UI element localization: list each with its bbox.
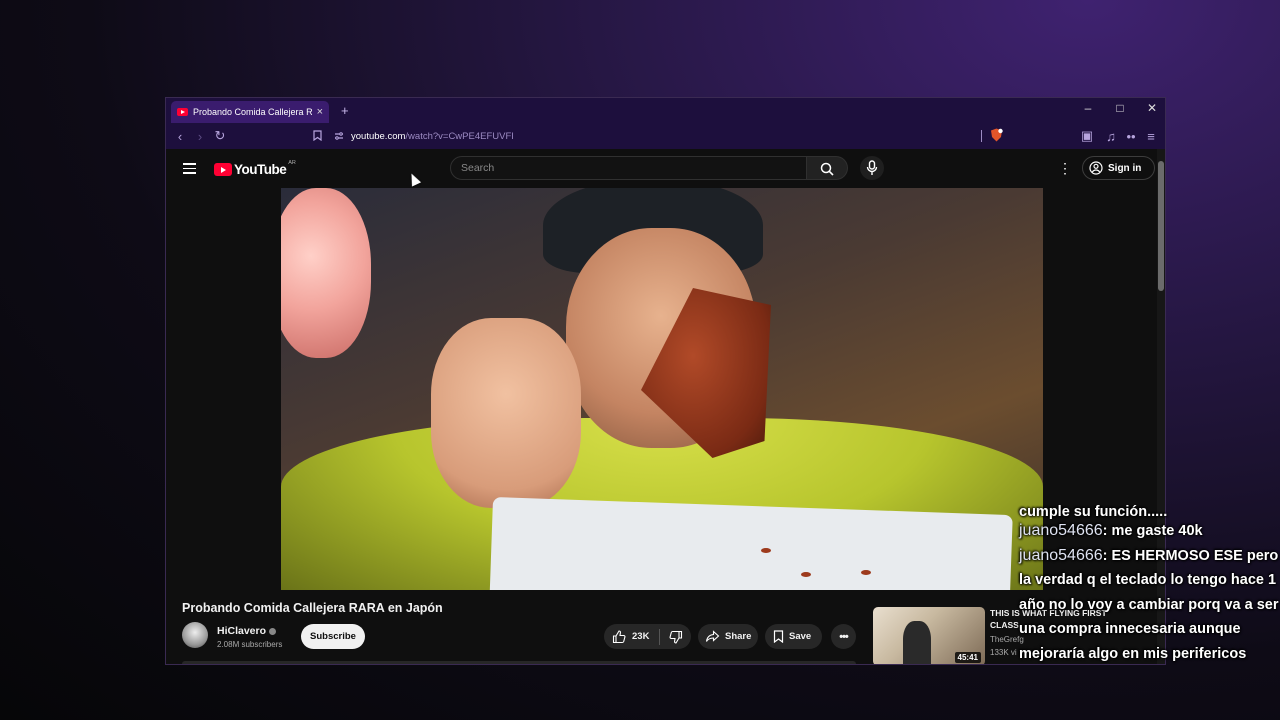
recommended-video-thumbnail[interactable]: 45:41 [873, 607, 985, 664]
description-box-edge [182, 661, 856, 664]
channel-name-row[interactable]: HiClavero [217, 625, 277, 637]
media-music-icon[interactable]: ♫ [1101, 129, 1121, 144]
like-count[interactable]: 23K [632, 631, 649, 642]
video-title: Probando Comida Callejera RARA en Japón [182, 601, 443, 615]
vpn-icon[interactable]: •• [1121, 129, 1141, 144]
more-dots-icon: ••• [839, 630, 849, 643]
brave-shield-icon[interactable] [990, 128, 1003, 145]
hamburger-menu-icon[interactable] [183, 163, 196, 174]
save-label: Save [789, 631, 812, 642]
more-actions-button[interactable]: ••• [831, 624, 856, 649]
page-scrollbar-thumb[interactable] [1158, 161, 1164, 291]
country-code: AR [288, 159, 296, 166]
forward-arrow-icon[interactable]: › [190, 129, 210, 144]
settings-kebab-icon[interactable]: ⋮ [1058, 160, 1072, 177]
save-bookmark-icon [773, 630, 784, 643]
subscriber-count: 2.08M subscribers [217, 640, 283, 649]
verified-icon [269, 627, 277, 635]
tab-title: Probando Comida Callejera RAR [193, 107, 312, 117]
navbar-divider [981, 130, 982, 142]
back-arrow-icon[interactable]: ‹ [170, 129, 190, 144]
chat-text: : me gaste 40k [1102, 523, 1203, 539]
like-divider [659, 628, 661, 645]
address-bar[interactable]: youtube.com/watch?v=CwPE4EFUVFI [351, 131, 514, 142]
chat-message: juano54666: me gaste 40k [1013, 519, 1280, 544]
search-button[interactable] [807, 156, 848, 180]
new-tab-button[interactable]: + [341, 103, 349, 118]
bookmark-icon[interactable] [307, 129, 327, 144]
youtube-header: YouTube AR Search ⋮ Sign in [166, 149, 1165, 188]
sauce-drop [861, 570, 871, 575]
subscribe-button[interactable]: Subscribe [301, 624, 365, 649]
chat-text: : ES HERMOSO ESE pero la verdad q el tec… [1019, 547, 1279, 662]
chat-username: juano54666 [1019, 522, 1103, 539]
chat-username: juano54666 [1019, 546, 1103, 564]
recommended-duration: 45:41 [954, 652, 981, 663]
thumbs-up-icon[interactable] [612, 629, 626, 644]
share-arrow-icon [705, 630, 720, 642]
chat-partial-message: cumple su función..... [1019, 505, 1168, 519]
share-button[interactable]: Share [698, 624, 758, 649]
channel-avatar[interactable] [182, 622, 208, 648]
chat-message: juano54666: ES HERMOSO ESE pero la verda… [1013, 544, 1280, 667]
url-path: /watch?v=CwPE4EFUVFI [405, 130, 514, 142]
youtube-favicon-icon [177, 108, 188, 116]
channel-name[interactable]: HiClavero [217, 625, 266, 637]
sign-in-label: Sign in [1108, 162, 1142, 174]
paper-lantern [281, 188, 371, 358]
youtube-wordmark: YouTube [234, 162, 287, 177]
sauce-drop [801, 572, 811, 577]
site-settings-icon[interactable] [329, 129, 349, 144]
reload-icon[interactable]: ↻ [210, 128, 230, 144]
url-host: youtube.com [351, 130, 406, 142]
youtube-logo[interactable]: YouTube AR [214, 159, 296, 177]
browser-titlebar: Probando Comida Callejera RAR × + – □ ✕ [166, 98, 1165, 123]
voice-search-button[interactable] [860, 156, 884, 180]
save-button[interactable]: Save [765, 624, 822, 649]
minimize-button[interactable]: – [1081, 101, 1095, 115]
stream-chat-overlay: cumple su función..... juano54666: me ga… [1013, 505, 1280, 720]
person-hand [431, 318, 581, 508]
microphone-icon [866, 160, 878, 175]
tab-close-icon[interactable]: × [317, 106, 323, 118]
maximize-button[interactable]: □ [1113, 101, 1127, 115]
youtube-play-icon [214, 163, 232, 176]
share-label: Share [725, 631, 752, 642]
thumbs-down-icon[interactable] [669, 630, 683, 644]
window-controls: – □ ✕ [1081, 101, 1159, 115]
sign-in-button[interactable]: Sign in [1082, 156, 1155, 180]
browser-tab-active[interactable]: Probando Comida Callejera RAR × [171, 101, 329, 123]
close-window-button[interactable]: ✕ [1145, 101, 1159, 115]
sidebar-panel-icon[interactable]: ▣ [1077, 128, 1097, 144]
thumbnail-person [903, 621, 931, 664]
account-circle-icon [1089, 161, 1103, 175]
video-player[interactable] [281, 188, 1043, 590]
sauce-drop [761, 548, 771, 553]
search-input[interactable]: Search [450, 156, 807, 180]
like-dislike-group: 23K [604, 624, 691, 649]
browser-navbar: ‹ › ↻ youtube.com/watch?v=CwPE4EFUVFI ▣ … [166, 123, 1165, 149]
browser-menu-icon[interactable]: ≡ [1141, 129, 1161, 144]
search-icon [820, 162, 834, 176]
